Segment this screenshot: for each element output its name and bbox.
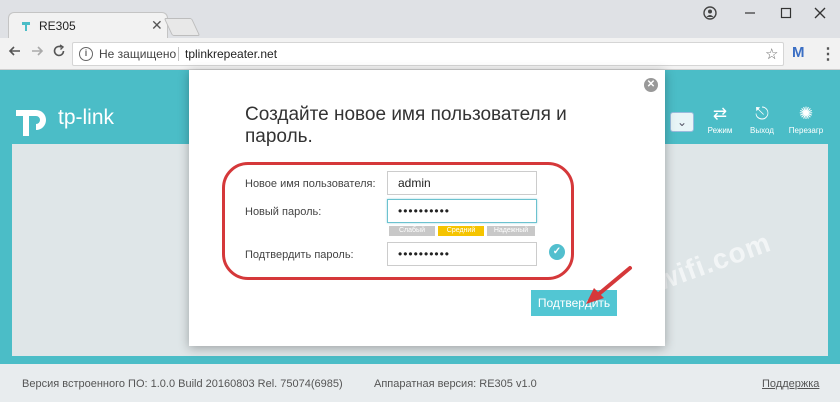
mode-switch-icon: ⇄ [712,104,728,123]
mode-dropdown-arrow-icon[interactable]: ⌄ [670,112,694,132]
profile-icon[interactable] [690,2,730,24]
gmail-extension-icon[interactable]: M [792,44,805,61]
support-link[interactable]: Поддержка [762,378,819,390]
close-icon[interactable]: ✕ [644,78,658,92]
page-footer: Версия встроенного ПО: 1.0.0 Build 20160… [0,364,840,402]
mode-label: Режим [707,126,733,135]
browser-tab[interactable]: RE305 ✕ [8,12,168,38]
mode-button[interactable]: ⇄ Режим [700,104,740,135]
new-tab-button[interactable] [163,18,201,36]
firmware-version: Версия встроенного ПО: 1.0.0 Build 20160… [22,378,343,390]
annotation-oval [222,162,574,280]
logout-label: Выход [750,126,774,135]
bookmark-star-icon[interactable]: ☆ [765,45,778,63]
browser-menu-icon[interactable]: ⋮ [820,44,836,64]
tab-title: RE305 [39,19,76,33]
address-separator [178,47,179,61]
minimize-icon[interactable] [730,2,770,24]
reboot-button[interactable]: ✺ Перезагр [786,104,826,135]
logout-button[interactable]: ⎋ Выход [742,104,782,135]
forward-arrow-icon[interactable] [30,44,44,63]
hardware-version: Аппаратная версия: RE305 v1.0 [374,378,537,390]
address-bar[interactable]: i Не защищено tplinkrepeater.net ☆ [72,42,784,66]
tplink-logo-icon [16,110,46,136]
logout-icon: ⎋ [755,104,769,123]
tab-close-icon[interactable]: ✕ [151,17,163,34]
not-secure-label: Не защищено [99,47,177,61]
browser-toolbar: i Не защищено tplinkrepeater.net ☆ [0,38,840,70]
dialog-title: Создайте новое имя пользователя и пароль… [245,104,567,147]
back-arrow-icon[interactable] [8,44,22,63]
logo-text: tp-link [58,106,115,129]
reboot-label: Перезагр [788,126,824,135]
reload-icon[interactable] [52,44,66,63]
annotation-arrow-icon [586,266,632,304]
reboot-icon: ✺ [798,104,814,123]
info-icon[interactable]: i [79,47,93,61]
close-window-icon[interactable] [800,2,840,24]
browser-tab-bar: RE305 ✕ [0,0,840,38]
tplink-favicon-icon [22,22,30,31]
url-text[interactable]: tplinkrepeater.net [185,47,277,61]
